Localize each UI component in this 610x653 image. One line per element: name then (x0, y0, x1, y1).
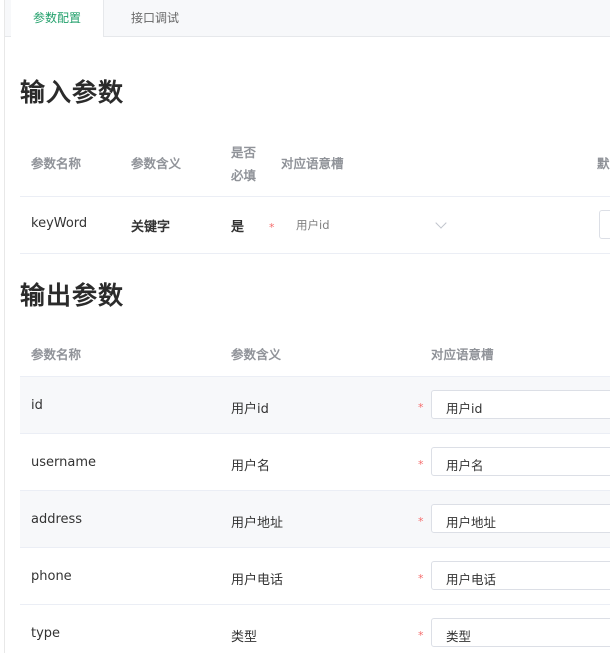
param-name-cell: address (31, 512, 83, 527)
param-meaning-cell: 关键字 (131, 220, 171, 235)
slot-input-value: 用户地址 (446, 515, 497, 530)
slot-input-value: 类型 (446, 629, 472, 644)
col-header-param-meaning: 参数含义 (131, 156, 182, 171)
col-header-param-name: 参数名称 (31, 156, 82, 171)
slot-input[interactable]: 用户名 (431, 447, 610, 476)
param-meaning-cell: 用户名 (231, 459, 271, 474)
slot-input-value: 用户名 (446, 458, 484, 473)
required-mark: * (418, 401, 424, 414)
param-meaning-cell: 用户地址 (231, 516, 284, 531)
required-mark: * (418, 458, 424, 471)
param-meaning-cell: 类型 (231, 630, 258, 645)
col-header-param-name: 参数名称 (31, 347, 82, 362)
table-row: address 用户地址 * 用户地址 (20, 491, 610, 548)
required-value: 是 (231, 220, 245, 235)
col-header-slot: 对应语意槽 (281, 156, 344, 171)
slot-input[interactable]: 类型 (431, 618, 610, 647)
required-mark: * (418, 572, 424, 585)
chevron-down-icon (435, 217, 447, 229)
tab-parameter-config[interactable]: 参数配置 (11, 0, 104, 37)
output-params-title: 输出参数 (20, 281, 125, 310)
param-name-cell: phone (31, 569, 72, 584)
param-meaning-cell: 用户电话 (231, 573, 284, 588)
input-params-title: 输入参数 (20, 78, 125, 107)
table-row: id 用户id * 用户id (20, 377, 610, 434)
left-border (4, 0, 5, 653)
col-header-param-meaning: 参数含义 (231, 347, 282, 362)
col-header-required-line1: 是否 (231, 145, 257, 160)
divider (20, 253, 610, 254)
divider (20, 196, 610, 197)
slot-input-value: 用户id (446, 401, 483, 416)
slot-input-value: 用户电话 (446, 572, 497, 587)
col-header-default: 默 (597, 156, 610, 171)
param-name-cell: type (31, 626, 61, 641)
table-row: phone 用户电话 * 用户电话 (20, 548, 610, 605)
required-mark: * (418, 515, 424, 528)
col-header-required-line2: 必填 (231, 168, 257, 183)
param-name-cell: id (31, 398, 43, 413)
param-meaning-cell: 用户id (231, 402, 269, 417)
slot-select-value: 用户id (296, 218, 330, 232)
param-name-cell: username (31, 455, 96, 470)
param-name-cell: keyWord (31, 216, 88, 231)
required-mark: * (269, 221, 275, 234)
col-header-slot: 对应语意槽 (431, 347, 494, 362)
slot-input[interactable]: 用户id (431, 390, 610, 419)
table-row: type 类型 * 类型 (20, 605, 610, 653)
default-value-input[interactable] (599, 210, 610, 239)
tab-api-debug[interactable]: 接口调试 (110, 0, 200, 37)
table-row: username 用户名 * 用户名 (20, 434, 610, 491)
slot-input[interactable]: 用户电话 (431, 561, 610, 590)
page: 参数配置 接口调试 输入参数 参数名称 参数含义 是否 必填 对应语意槽 默 k… (0, 0, 610, 653)
required-mark: * (418, 629, 424, 642)
tab-bar: 参数配置 接口调试 (5, 0, 610, 37)
slot-input[interactable]: 用户地址 (431, 504, 610, 533)
